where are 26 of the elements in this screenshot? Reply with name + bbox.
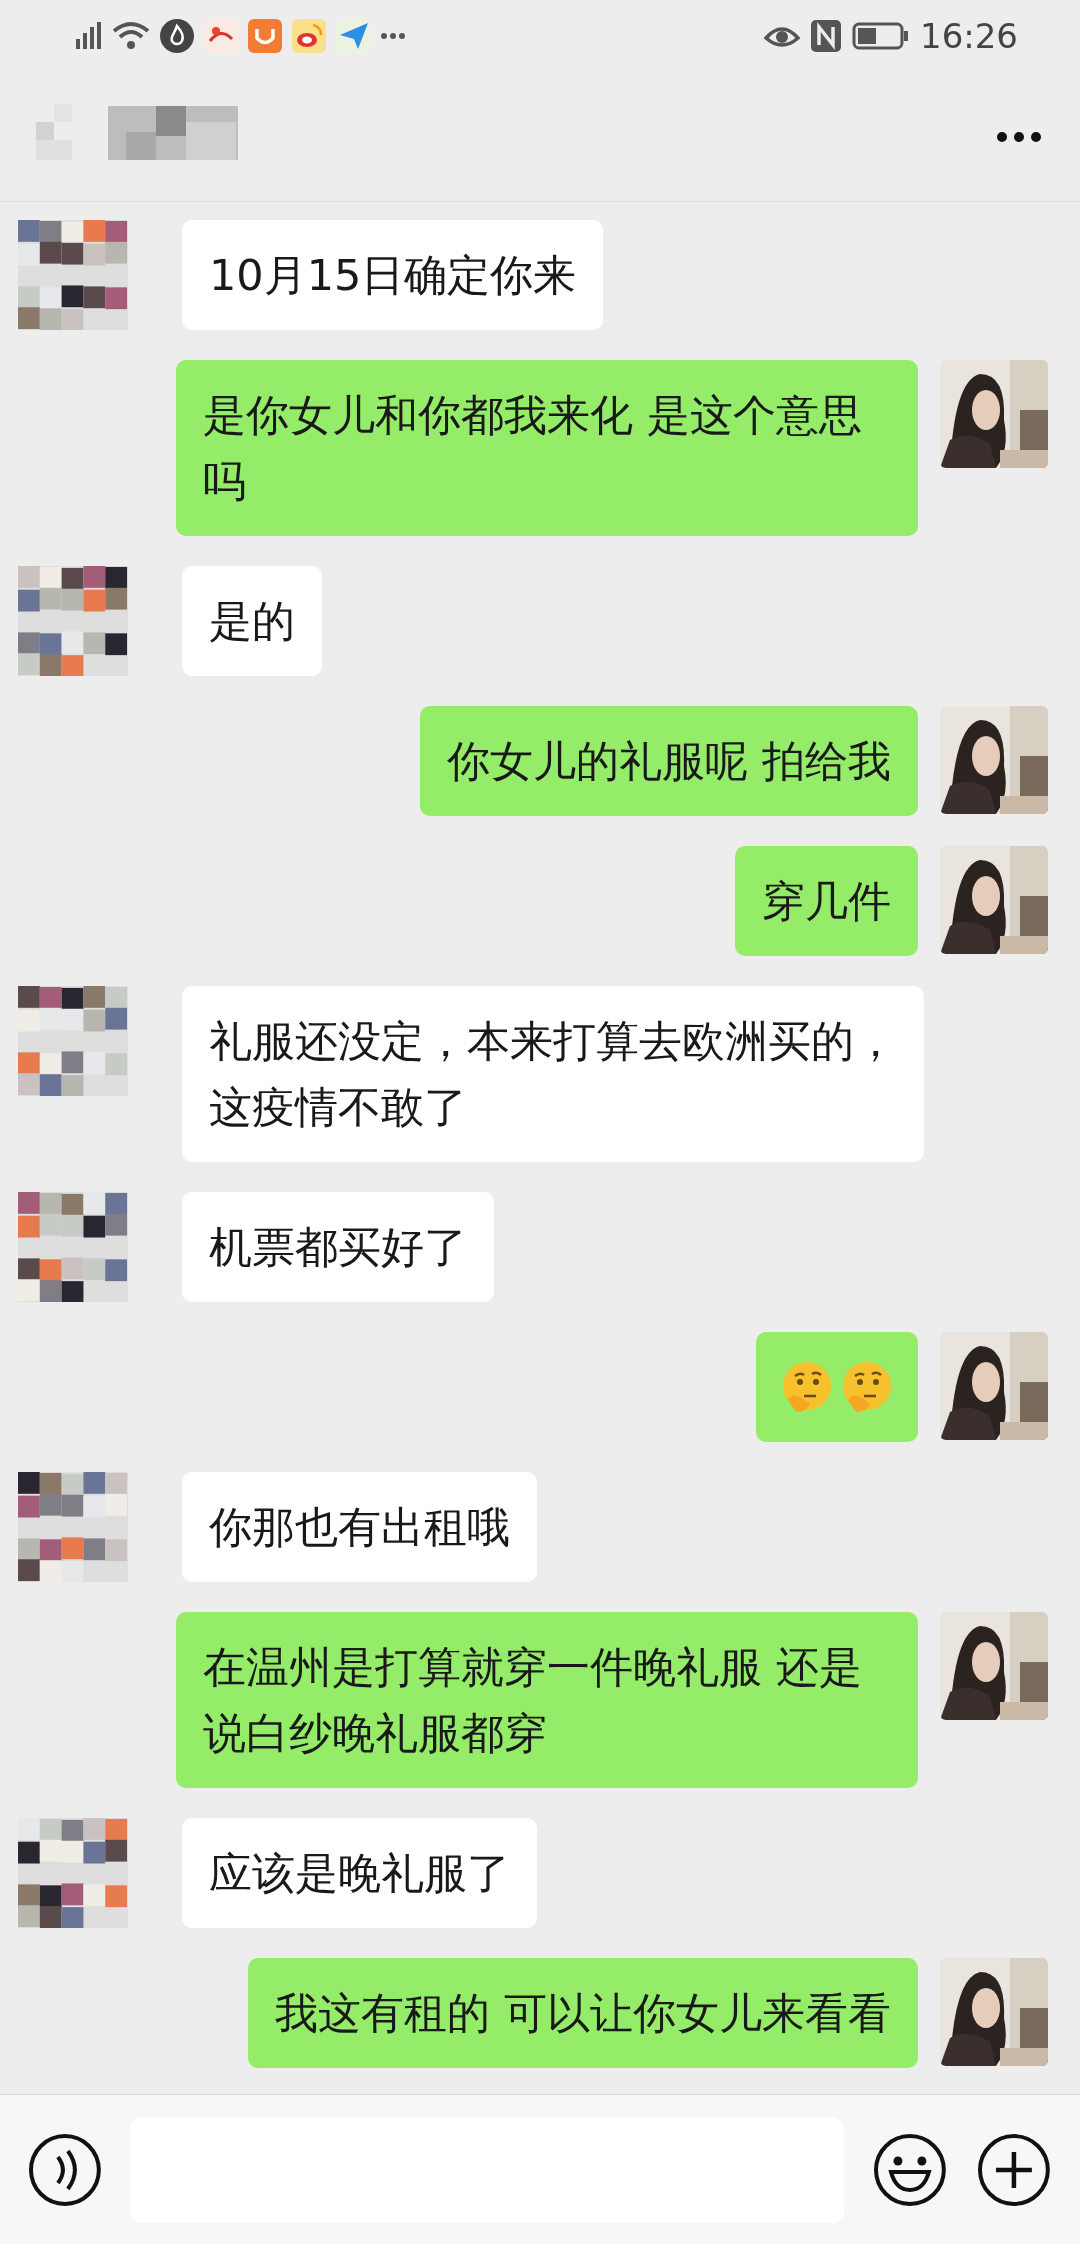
app-icon (292, 19, 326, 53)
voice-icon[interactable] (28, 2132, 102, 2207)
message-bubble: 机票都买好了 (182, 1192, 494, 1302)
message-bubble: 你那也有出租哦 (182, 1472, 537, 1582)
message-bubble: 应该是晚礼服了 (182, 1818, 537, 1928)
wifi-icon (112, 21, 150, 51)
message-bubble: 穿几件 (735, 846, 918, 956)
thinking-emoji-icon (840, 1360, 894, 1414)
message-bubble: 你女儿的礼服呢 拍给我 (420, 706, 918, 816)
more-icon (380, 32, 406, 40)
thinking-emoji-icon (780, 1360, 834, 1414)
message-bubble: 我这有租的 可以让你女儿来看看 (248, 1958, 918, 2068)
message-bubble: 是你女儿和你都我来化 是这个意思吗 (176, 360, 918, 536)
nfc-icon (810, 19, 842, 53)
status-time: 16:26 (920, 14, 1018, 58)
app-icon (204, 19, 238, 53)
message-bubble: 礼服还没定，本来打算去欧洲买的，这疫情不敢了 (182, 986, 924, 1162)
message-bubble: 是的 (182, 566, 322, 676)
app-icon (336, 19, 370, 53)
app-icon (248, 19, 282, 53)
message-bubble: 在温州是打算就穿一件晚礼服 还是说白纱晚礼服都穿 (176, 1612, 918, 1788)
message-bubble: 10月15日确定你来 (182, 220, 604, 330)
plus-icon[interactable] (976, 2131, 1052, 2208)
more-icon[interactable] (996, 130, 1042, 143)
battery-icon (852, 22, 910, 50)
emoji-icon[interactable] (872, 2131, 949, 2208)
